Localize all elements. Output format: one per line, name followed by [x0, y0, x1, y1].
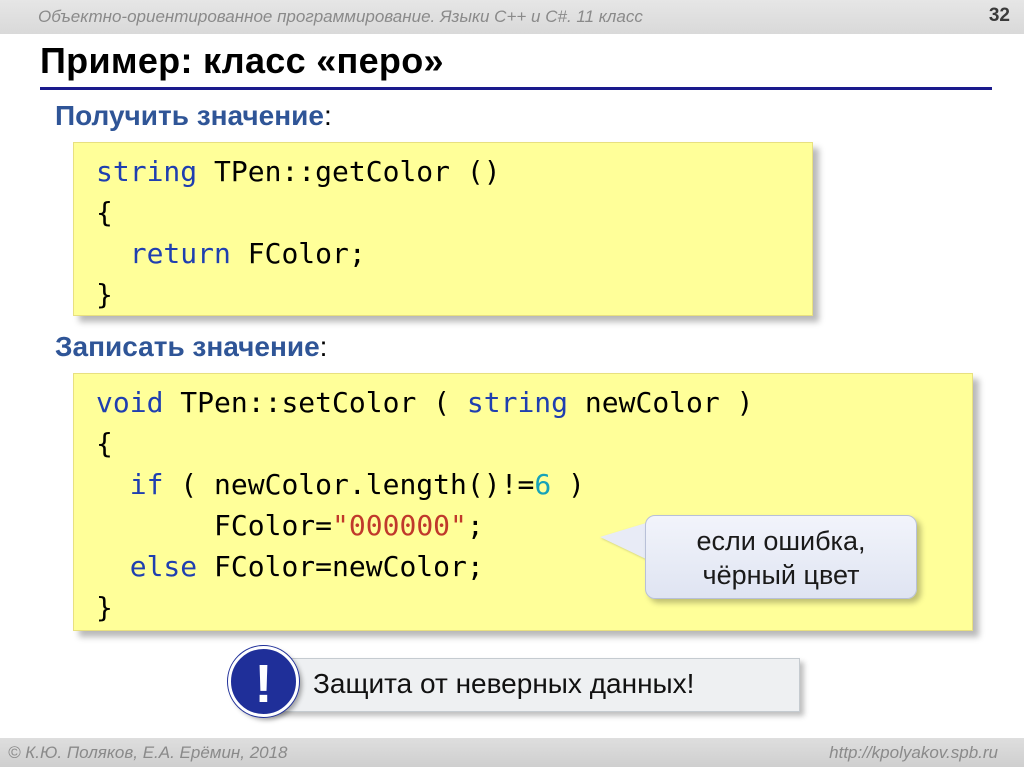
setter-line-6: } [96, 591, 113, 624]
getter-line-1: string TPen::getColor () [96, 155, 501, 188]
getter-line-4: } [96, 278, 113, 311]
error-callout: если ошибка, чёрный цвет [645, 515, 917, 599]
code-text: newColor ) [568, 386, 754, 419]
alert-text: Защита от неверных данных! [313, 668, 695, 699]
code-text: ) [551, 468, 585, 501]
code-keyword: void [96, 386, 164, 419]
slide-title: Пример: класс «перо» [40, 40, 444, 81]
alert-banner: Защита от неверных данных! [263, 658, 800, 712]
code-text: FColor= [214, 509, 333, 542]
code-text: FColor=newColor; [197, 550, 484, 583]
setter-line-5: else FColor=newColor; [96, 550, 484, 583]
get-section-colon: : [323, 100, 332, 131]
code-text: ( newColor.length()!= [163, 468, 535, 501]
footer-url: http://kpolyakov.spb.ru [829, 743, 998, 762]
code-text: TPen::setColor ( [163, 386, 467, 419]
setter-line-1: void TPen::setColor ( string newColor ) [96, 386, 753, 419]
code-text: TPen::getColor () [197, 155, 501, 188]
callout-line-1: если ошибка, [696, 526, 866, 556]
set-section-label-text: Записать значение [55, 331, 320, 362]
getter-line-2: { [96, 196, 113, 229]
code-keyword: else [129, 550, 198, 583]
footer-bar: © К.Ю. Поляков, Е.А. Ерёмин, 2018 http:/… [0, 738, 1024, 767]
header-bar: Объектно-ориентированное программировани… [0, 0, 1024, 34]
code-keyword: string [466, 386, 569, 419]
callout-pointer [600, 523, 646, 559]
set-section-label: Записать значение: [55, 331, 327, 363]
code-keyword: string [96, 155, 198, 188]
get-section-label: Получить значение: [55, 100, 332, 132]
getter-code-block: string TPen::getColor () { return FColor… [73, 142, 813, 316]
get-section-label-text: Получить значение [55, 100, 324, 131]
setter-line-4: FColor="000000"; [96, 509, 484, 542]
code-keyword: return [129, 237, 231, 270]
course-title: Объектно-ориентированное программировани… [38, 7, 643, 26]
code-text: FColor; [230, 237, 366, 270]
code-number: 6 [534, 468, 552, 501]
callout-line-2: чёрный цвет [702, 560, 860, 590]
set-section-colon: : [319, 331, 328, 362]
getter-code: string TPen::getColor () { return FColor… [96, 151, 501, 315]
setter-line-3: if ( newColor.length()!=6 ) [96, 468, 585, 501]
code-keyword: if [129, 468, 164, 501]
code-text: ; [466, 509, 484, 542]
page-number: 32 [988, 5, 1010, 26]
code-string: "000000" [332, 509, 467, 542]
title-divider [40, 87, 992, 90]
footer-authors: © К.Ю. Поляков, Е.А. Ерёмин, 2018 [8, 743, 288, 762]
getter-line-3: return FColor; [96, 237, 366, 270]
exclamation-icon: ! [228, 646, 299, 717]
setter-line-2: { [96, 427, 113, 460]
